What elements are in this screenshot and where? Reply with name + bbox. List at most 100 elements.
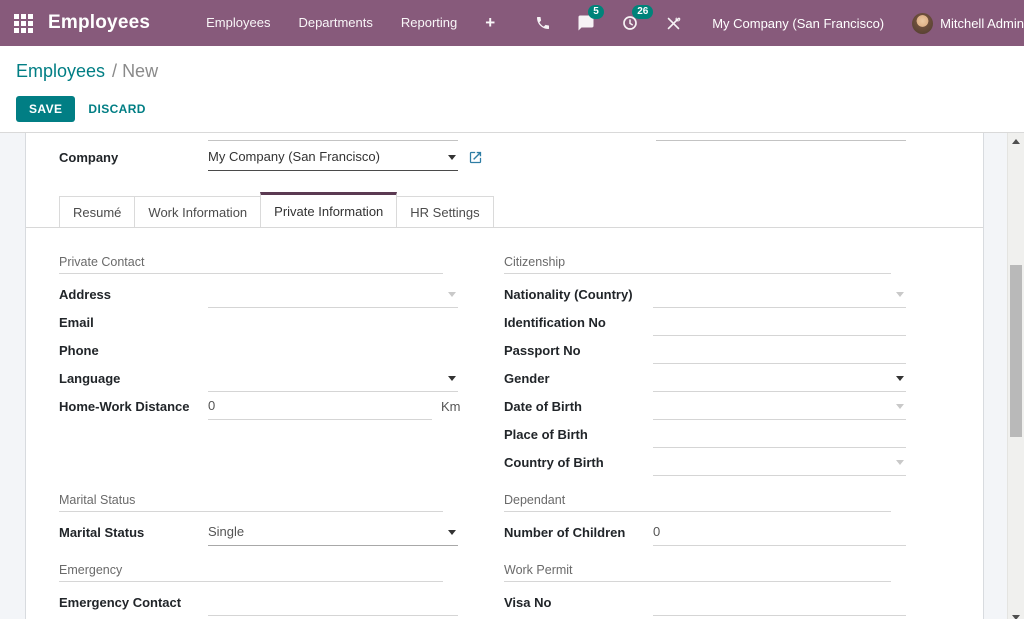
language-label: Language [59, 364, 208, 392]
phone-icon[interactable] [535, 15, 551, 31]
activities-icon[interactable]: 26 [621, 14, 639, 32]
external-link-icon[interactable] [468, 150, 483, 165]
company-field-label: Company [59, 150, 208, 165]
scrollbar[interactable] [1007, 133, 1024, 619]
tab-private-information[interactable]: Private Information [260, 192, 397, 227]
marital-status-label: Marital Status [59, 518, 208, 546]
place-of-birth-input[interactable] [653, 420, 906, 448]
dropdown-caret-icon [896, 460, 904, 465]
form-sheet: Company My Company (San Francisco) Resum… [25, 133, 984, 619]
top-navbar: Employees Employees Departments Reportin… [0, 0, 1024, 46]
gender-select[interactable] [653, 364, 906, 392]
private-information-page: Private Contact Address Email Phone [59, 255, 950, 619]
dropdown-caret-icon [448, 530, 456, 535]
breadcrumb-employees-link[interactable]: Employees [16, 61, 105, 81]
home-work-distance-value: 0 [208, 398, 215, 413]
save-button[interactable]: SAVE [16, 96, 75, 122]
phone-label: Phone [59, 336, 208, 364]
address-label: Address [59, 280, 208, 308]
address-input[interactable] [208, 280, 458, 308]
emergency-contact-label: Emergency Contact [59, 588, 208, 616]
dropdown-caret-icon [896, 376, 904, 381]
field-row-emergency-contact: Emergency Contact [59, 588, 458, 616]
tab-hr-settings[interactable]: HR Settings [396, 196, 493, 227]
email-label: Email [59, 308, 208, 336]
field-row-language: Language [59, 364, 458, 392]
app-name[interactable]: Employees [48, 12, 150, 34]
place-of-birth-label: Place of Birth [504, 420, 653, 448]
menu-plus-button[interactable]: + [471, 0, 509, 46]
user-menu[interactable]: Mitchell Admin [940, 16, 1024, 31]
scrollbar-thumb[interactable] [1010, 265, 1022, 437]
emergency-contact-input[interactable] [208, 588, 458, 616]
breadcrumb: Employees/New [16, 58, 1008, 84]
company-switcher[interactable]: My Company (San Francisco) [712, 16, 884, 31]
home-work-distance-input[interactable]: 0 [208, 392, 432, 420]
menu-departments[interactable]: Departments [284, 0, 386, 46]
field-row-identification-no: Identification No [504, 308, 906, 336]
date-of-birth-label: Date of Birth [504, 392, 653, 420]
identification-no-label: Identification No [504, 308, 653, 336]
cutoff-field-right[interactable] [656, 140, 906, 141]
date-of-birth-input[interactable] [653, 392, 906, 420]
visa-no-input[interactable] [653, 588, 906, 616]
company-field-input[interactable]: My Company (San Francisco) [208, 143, 458, 171]
visa-no-label: Visa No [504, 588, 653, 616]
phone-input[interactable] [208, 336, 458, 364]
field-row-place-of-birth: Place of Birth [504, 420, 906, 448]
menu-employees[interactable]: Employees [192, 0, 284, 46]
number-of-children-label: Number of Children [504, 518, 653, 546]
section-private-contact: Private Contact [59, 255, 443, 274]
systray: 5 26 My Company (San Francisco) Mitchell… [509, 13, 1024, 34]
dropdown-caret-icon [896, 404, 904, 409]
discard-button[interactable]: DISCARD [75, 96, 158, 122]
field-row-home-work-distance: Home-Work Distance 0 Km [59, 392, 458, 420]
tab-work-information[interactable]: Work Information [134, 196, 261, 227]
field-row-phone: Phone [59, 336, 458, 364]
nationality-label: Nationality (Country) [504, 280, 653, 308]
field-row-passport-no: Passport No [504, 336, 906, 364]
field-row-date-of-birth: Date of Birth [504, 392, 906, 420]
passport-no-input[interactable] [653, 336, 906, 364]
home-work-distance-field: 0 Km [208, 392, 458, 420]
action-buttons: SAVE DISCARD [16, 96, 1008, 122]
field-row-visa-no: Visa No [504, 588, 906, 616]
scroll-up-arrow-icon[interactable] [1012, 139, 1020, 144]
email-input[interactable] [208, 308, 458, 336]
main-menu: Employees Departments Reporting + [192, 0, 509, 46]
messages-icon[interactable]: 5 [577, 14, 595, 32]
scroll-down-arrow-icon[interactable] [1012, 615, 1020, 619]
marital-status-select[interactable]: Single [208, 518, 458, 546]
marital-status-value: Single [208, 524, 244, 539]
section-marital-status: Marital Status [59, 493, 443, 512]
cutoff-field-left[interactable] [208, 140, 458, 141]
control-panel: Employees/New SAVE DISCARD [0, 46, 1024, 133]
menu-reporting[interactable]: Reporting [387, 0, 471, 46]
identification-no-input[interactable] [653, 308, 906, 336]
apps-grid-icon[interactable] [14, 14, 33, 33]
field-row-nationality: Nationality (Country) [504, 280, 906, 308]
section-dependant: Dependant [504, 493, 891, 512]
avatar[interactable] [912, 13, 933, 34]
section-emergency: Emergency [59, 563, 443, 582]
nationality-input[interactable] [653, 280, 906, 308]
messages-badge: 5 [588, 5, 604, 19]
number-of-children-input[interactable]: 0 [653, 518, 906, 546]
notebook-tabs: Resumé Work Information Private Informat… [26, 193, 983, 228]
company-field-value: My Company (San Francisco) [208, 149, 380, 164]
home-work-distance-unit: Km [432, 399, 458, 414]
field-row-country-of-birth: Country of Birth [504, 448, 906, 476]
tools-icon[interactable] [665, 15, 682, 32]
dropdown-caret-icon [448, 292, 456, 297]
activities-badge: 26 [632, 5, 653, 19]
field-row-email: Email [59, 308, 458, 336]
country-of-birth-input[interactable] [653, 448, 906, 476]
form-view: Company My Company (San Francisco) Resum… [0, 133, 1024, 619]
home-work-distance-label: Home-Work Distance [59, 392, 208, 420]
dropdown-caret-icon [896, 292, 904, 297]
country-of-birth-label: Country of Birth [504, 448, 653, 476]
tab-resume[interactable]: Resumé [59, 196, 135, 227]
breadcrumb-current: New [122, 61, 158, 81]
field-row-number-of-children: Number of Children 0 [504, 518, 906, 546]
language-select[interactable] [208, 364, 458, 392]
